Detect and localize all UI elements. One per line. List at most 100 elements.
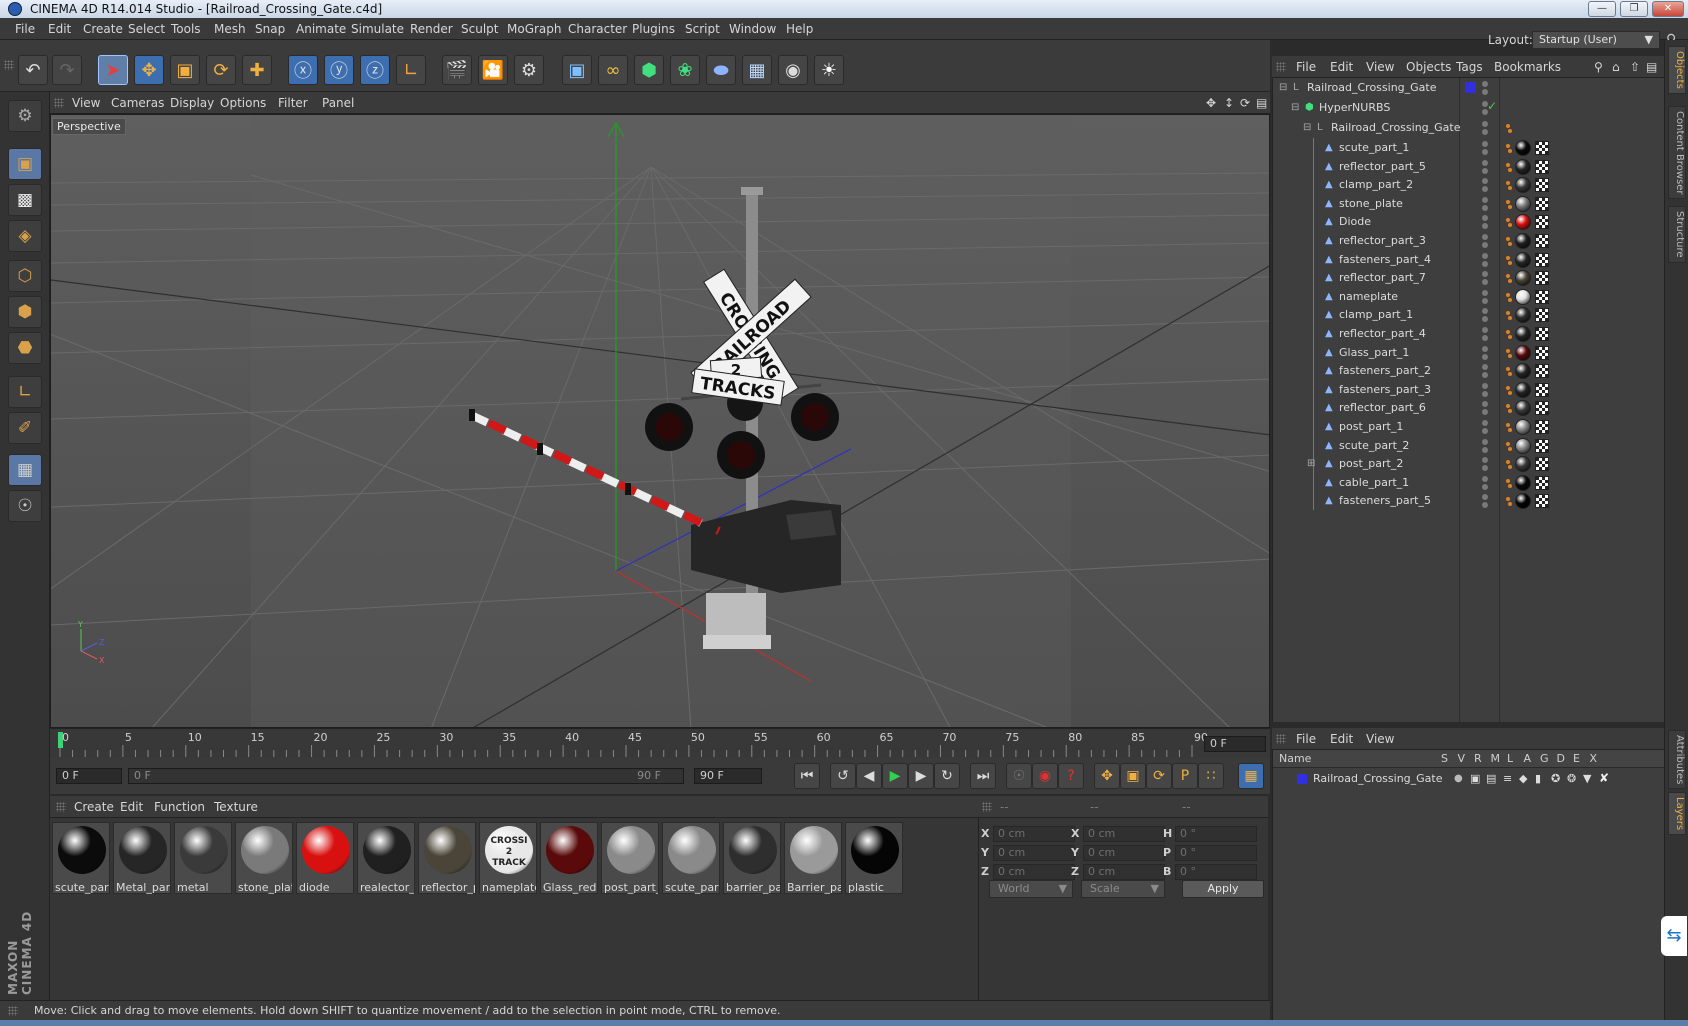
tab-objects[interactable]: Objects (1668, 46, 1686, 94)
object-row[interactable]: ▲ reflector_part_6 (1273, 398, 1664, 418)
editor-visibility-dot[interactable] (1482, 364, 1488, 371)
object-menu-file[interactable]: File (1296, 60, 1316, 74)
object-row[interactable]: ⊞ ▲ post_part_2 (1273, 454, 1664, 474)
phong-tag-icon[interactable] (1505, 217, 1513, 228)
minimize-button[interactable]: — (1588, 1, 1616, 17)
viewport-menu-view[interactable]: View (72, 96, 100, 110)
live-selection-icon[interactable]: ➤ (98, 55, 128, 85)
phong-tag-icon[interactable] (1505, 310, 1513, 321)
viewport-menu-filter[interactable]: Filter (278, 96, 308, 110)
phong-tag-icon[interactable] (1505, 255, 1513, 265)
object-row[interactable]: ▲ cable_part_1 (1273, 472, 1664, 493)
frame-range-slider[interactable]: 0 F 90 F (128, 768, 684, 784)
render-visibility-dot[interactable] (1482, 186, 1488, 193)
material-tag-icon[interactable] (1515, 474, 1531, 491)
viewport-nav-move-icon[interactable]: ✥ (1206, 96, 1216, 110)
material-swatch[interactable]: reflector_p (418, 822, 476, 894)
render-visibility-dot[interactable] (1482, 483, 1488, 490)
menu-tools[interactable]: Tools (171, 22, 201, 36)
editor-visibility-dot[interactable] (1482, 271, 1488, 278)
plus-tool-icon[interactable]: ✚ (242, 55, 272, 85)
phong-tag-icon[interactable] (1505, 403, 1513, 414)
phong-tag-icon[interactable] (1505, 329, 1513, 339)
object-row[interactable]: ▲ clamp_part_2 (1273, 175, 1664, 195)
render-visibility-dot[interactable] (1482, 316, 1488, 323)
phong-tag-icon[interactable] (1505, 459, 1513, 470)
coord-value-field[interactable]: 0 cm (1083, 864, 1165, 880)
spline-icon[interactable]: ∞ (598, 55, 628, 85)
workplane-mode-icon[interactable]: ◈ (8, 220, 42, 252)
object-row[interactable]: ▲ stone_plate (1273, 193, 1664, 214)
uvw-tag-icon[interactable] (1535, 289, 1549, 304)
menu-mesh[interactable]: Mesh (214, 22, 246, 36)
material-swatch[interactable]: barrier_par (723, 822, 781, 894)
material-tag-icon[interactable] (1515, 251, 1531, 268)
menu-sculpt[interactable]: Sculpt (461, 22, 498, 36)
viewport-camera-label[interactable]: Perspective (52, 118, 126, 135)
material-tag-icon[interactable] (1515, 270, 1531, 287)
maximize-button[interactable]: ❐ (1620, 1, 1648, 17)
material-tag-icon[interactable] (1515, 456, 1531, 473)
play-icon[interactable]: ▶ (882, 763, 908, 789)
coord-value-field[interactable]: 0 ° (1175, 864, 1257, 880)
object-row[interactable]: ▲ scute_part_2 (1273, 435, 1664, 456)
menu-character[interactable]: Character (568, 22, 627, 36)
render-visibility-dot[interactable] (1482, 204, 1488, 211)
layer-render-icon[interactable]: ▤ (1486, 772, 1496, 785)
editor-visibility-dot[interactable] (1482, 475, 1488, 482)
tab-structure[interactable]: Structure (1668, 206, 1686, 263)
layer-column-header[interactable]: M (1491, 752, 1501, 765)
timeline-ruler[interactable]: 0 5 10 15 20 25 30 35 40 45 50 55 60 65 70 75 80 85 90 0 F (50, 728, 1270, 758)
phong-tag-icon[interactable] (1505, 199, 1513, 209)
phong-tag-icon[interactable] (1505, 422, 1513, 432)
phong-tag-icon[interactable] (1505, 143, 1513, 153)
uvw-tag-icon[interactable] (1535, 327, 1549, 341)
object-menu-objects[interactable]: Objects (1406, 60, 1451, 74)
material-tag-icon[interactable] (1515, 326, 1531, 342)
axis-mode-icon[interactable]: ∟ (8, 376, 42, 408)
uvw-tag-icon[interactable] (1535, 234, 1549, 248)
home-icon[interactable]: ⌂ (1612, 60, 1620, 74)
object-row[interactable]: ▲ fasteners_part_4 (1273, 249, 1664, 270)
layer-row[interactable]: Railroad_Crossing_Gate ● ▣ ▤ ≡ ◆ ▮ ✪ ❂ ▼ ✘ (1273, 770, 1665, 788)
render-visibility-dot[interactable] (1482, 279, 1488, 286)
editor-visibility-dot[interactable] (1482, 234, 1488, 240)
material-swatch[interactable]: diode (296, 822, 354, 894)
key-rotation-icon[interactable]: ⟳ (1146, 763, 1172, 789)
material-swatch[interactable]: post_part_ (601, 822, 659, 894)
y-axis-icon[interactable]: ⓨ (324, 55, 354, 85)
current-frame-field[interactable]: 0 F (1204, 736, 1266, 752)
menu-file[interactable]: File (15, 22, 35, 36)
object-row[interactable]: ▲ nameplate (1273, 286, 1664, 307)
material-swatch[interactable]: Glass_red (540, 822, 598, 894)
material-tag-icon[interactable] (1515, 419, 1531, 435)
render-visibility-dot[interactable] (1482, 446, 1488, 453)
prev-frame-icon[interactable]: ◀ (856, 763, 882, 789)
enabled-check-icon[interactable]: ✓ (1487, 99, 1497, 113)
cube-object-icon[interactable]: ▣ (562, 55, 592, 85)
layer-column-header[interactable]: Name (1279, 752, 1311, 765)
object-menu-bookmarks[interactable]: Bookmarks (1494, 60, 1561, 74)
move-tool-icon[interactable]: ✥ (134, 55, 164, 85)
perspective-viewport[interactable]: CROSSING RAILROAD 2 TRACKS Y Z X (50, 114, 1270, 728)
collapse-icon[interactable]: ⊟ (1279, 82, 1290, 93)
render-visibility-dot[interactable] (1482, 167, 1488, 174)
material-menu-edit[interactable]: Edit (120, 800, 143, 814)
menu-mograph[interactable]: MoGraph (507, 22, 562, 36)
render-visibility-dot[interactable] (1482, 372, 1488, 379)
deformer-icon[interactable]: ⬬ (706, 55, 736, 85)
coord-value-field[interactable]: 0 cm (1083, 826, 1165, 842)
layer-column-header[interactable]: E (1573, 752, 1580, 765)
object-row[interactable]: ▲ fasteners_part_3 (1273, 379, 1664, 400)
editor-visibility-dot[interactable] (1482, 457, 1488, 464)
menu-animate[interactable]: Animate (296, 22, 346, 36)
go-to-end-icon[interactable]: ⏭ (970, 763, 996, 789)
scale-tool-icon[interactable]: ▣ (170, 55, 200, 85)
viewport-layout-icon[interactable]: ▤ (1256, 96, 1267, 110)
coord-value-field[interactable]: 0 cm (993, 845, 1075, 861)
material-swatch[interactable]: scute_part (662, 822, 720, 894)
tweak-mode-icon[interactable]: ✐ (8, 412, 42, 444)
uvw-tag-icon[interactable] (1535, 364, 1549, 379)
editor-visibility-dot[interactable] (1482, 159, 1488, 166)
layer-column-header[interactable]: V (1458, 752, 1466, 765)
